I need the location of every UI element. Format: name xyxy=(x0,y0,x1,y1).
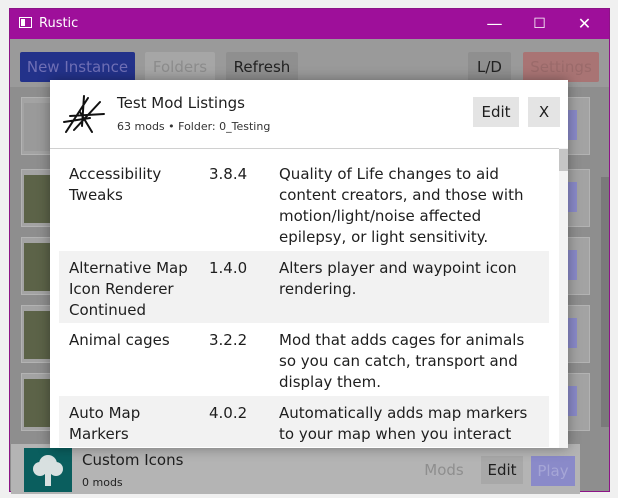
mod-version: 4.0.2 xyxy=(209,404,248,422)
close-button[interactable]: ✕ xyxy=(562,9,607,39)
mod-description: Mod that adds cages for animals so you c… xyxy=(279,331,525,391)
edit-button[interactable]: Edit xyxy=(481,456,523,484)
play-button[interactable]: Play xyxy=(531,456,575,486)
mods-button[interactable]: Mods xyxy=(415,456,473,484)
mod-list-scrollbar[interactable] xyxy=(559,148,568,448)
mod-name: Animal cages xyxy=(69,331,170,349)
window-title: Rustic xyxy=(39,16,79,31)
dialog-header: Test Mod Listings 63 mods • Folder: 0_Te… xyxy=(50,80,568,149)
mod-name: Alternative Map Icon Renderer Continued xyxy=(69,259,188,319)
mod-name: Auto Map Markers xyxy=(69,404,141,443)
mod-name: Accessibility Tweaks xyxy=(69,165,162,204)
instance-logo-icon xyxy=(63,95,105,133)
minimize-button[interactable]: — xyxy=(472,9,517,39)
tree-icon xyxy=(33,455,63,486)
refresh-button[interactable]: Refresh xyxy=(226,52,298,82)
dialog-title: Test Mod Listings xyxy=(117,94,245,112)
instance-thumbnail xyxy=(24,448,72,492)
mod-list: Accessibility Tweaks 3.8.4 Quality of Li… xyxy=(59,157,549,447)
instance-list-scrollbar[interactable] xyxy=(601,177,609,427)
app-icon xyxy=(19,17,32,28)
mod-list-scrollbar-thumb[interactable] xyxy=(559,149,568,171)
title-bar[interactable]: Rustic — ☐ ✕ xyxy=(10,9,609,39)
mod-row[interactable]: Accessibility Tweaks 3.8.4 Quality of Li… xyxy=(59,157,549,252)
settings-button[interactable]: Settings xyxy=(523,52,599,82)
mod-description: Automatically adds map markers to your m… xyxy=(279,404,528,447)
folders-button[interactable]: Folders xyxy=(145,52,215,82)
mod-row[interactable]: Animal cages 3.2.2 Mod that adds cages f… xyxy=(59,323,549,396)
dialog-close-button[interactable]: X xyxy=(528,97,560,127)
mod-version: 3.2.2 xyxy=(209,331,248,349)
instance-name: Custom Icons xyxy=(82,451,184,469)
dialog-edit-button[interactable]: Edit xyxy=(473,97,519,127)
mod-row[interactable]: Alternative Map Icon Renderer Continued … xyxy=(59,251,549,323)
mod-row[interactable]: Auto Map Markers 4.0.2 Automatically add… xyxy=(59,396,549,447)
maximize-button[interactable]: ☐ xyxy=(517,9,562,39)
instance-mod-count: 0 mods xyxy=(82,476,123,489)
mod-listing-dialog: Test Mod Listings 63 mods • Folder: 0_Te… xyxy=(50,80,568,448)
light-dark-toggle-button[interactable]: L/D xyxy=(468,52,511,82)
mod-version: 3.8.4 xyxy=(209,165,248,183)
mod-version: 1.4.0 xyxy=(209,259,248,277)
new-instance-button[interactable]: New Instance xyxy=(20,52,135,82)
mod-description: Quality of Life changes to aid content c… xyxy=(279,165,524,246)
mod-description: Alters player and waypoint icon renderin… xyxy=(279,259,517,298)
dialog-subtitle: 63 mods • Folder: 0_Testing xyxy=(117,120,271,133)
instance-card-custom-icons[interactable]: Custom Icons 0 mods Mods Edit Play xyxy=(11,444,580,494)
